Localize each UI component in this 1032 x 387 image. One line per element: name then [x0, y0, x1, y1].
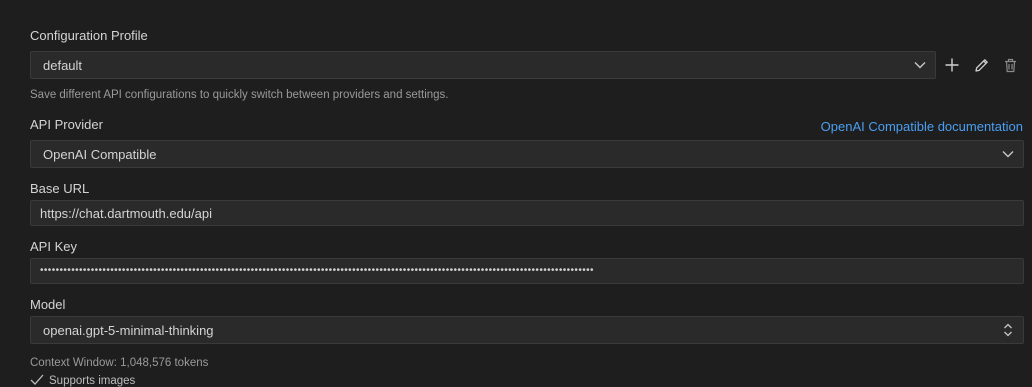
model-label: Model [30, 297, 66, 312]
delete-icon[interactable] [999, 54, 1021, 76]
api-provider-label: API Provider [30, 117, 103, 132]
config-profile-select[interactable]: default [30, 51, 936, 79]
base-url-label: Base URL [30, 181, 90, 196]
config-profile-label: Configuration Profile [30, 28, 148, 43]
api-provider-value: OpenAI Compatible [43, 146, 157, 162]
chevron-up-down-icon [993, 317, 1023, 343]
edit-icon[interactable] [970, 54, 992, 76]
api-key-label: API Key [30, 239, 77, 254]
context-window-info: Context Window: 1,048,576 tokens [30, 357, 209, 369]
supports-images-row: Supports images [30, 374, 135, 387]
api-provider-select[interactable]: OpenAI Compatible [30, 140, 1024, 168]
config-profile-value: default [43, 57, 83, 73]
chevron-down-icon [993, 141, 1023, 167]
api-settings-panel: Configuration Profile default Save diffe… [0, 0, 1032, 387]
config-profile-help: Save different API configurations to qui… [30, 89, 449, 101]
model-value: openai.gpt-5-minimal-thinking [43, 322, 214, 338]
supports-images-label: Supports images [49, 375, 136, 387]
model-select[interactable]: openai.gpt-5-minimal-thinking [30, 316, 1024, 344]
chevron-down-icon [905, 52, 935, 78]
checkmark-icon [30, 374, 44, 387]
add-icon[interactable] [941, 54, 963, 76]
provider-docs-link[interactable]: OpenAI Compatible documentation [821, 119, 1023, 134]
base-url-input[interactable]: https://chat.dartmouth.edu/api [30, 200, 1024, 226]
api-key-input[interactable]: ••••••••••••••••••••••••••••••••••••••••… [30, 258, 1024, 284]
base-url-value: https://chat.dartmouth.edu/api [40, 205, 212, 221]
api-key-masked-value: ••••••••••••••••••••••••••••••••••••••••… [40, 266, 594, 276]
